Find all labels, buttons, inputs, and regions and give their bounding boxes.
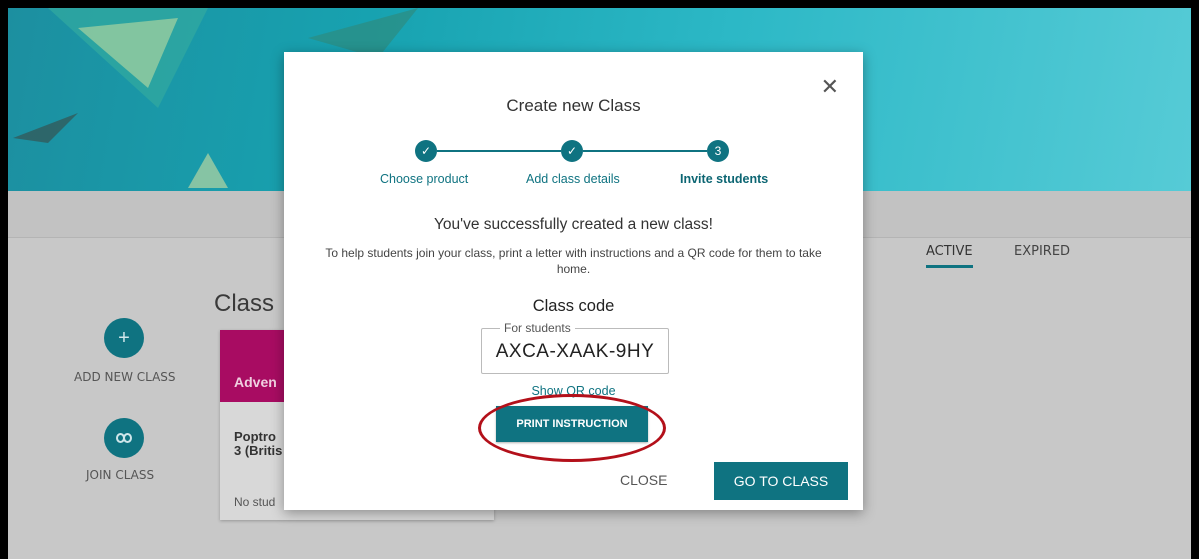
- class-card-title-line: Poptro: [234, 429, 276, 444]
- help-text: To help students join your class, print …: [325, 246, 822, 276]
- link-icon: [116, 433, 132, 443]
- class-code-heading: Class code: [532, 297, 615, 315]
- plus-icon: +: [118, 326, 130, 349]
- stepper-connector: [583, 150, 707, 152]
- class-code-value: AXCA-XAAK-9HY: [495, 341, 655, 362]
- close-button[interactable]: CLOSE: [620, 472, 667, 488]
- step-3-number: 3: [707, 140, 729, 162]
- stepper-connector: [437, 150, 561, 152]
- tab-expired[interactable]: EXPIRED: [1014, 244, 1070, 259]
- success-message: You've successfully created a new class!: [434, 216, 713, 233]
- tab-active[interactable]: ACTIVE: [926, 244, 973, 268]
- dialog-title: Create new Class: [506, 96, 641, 115]
- decorative-leaf-icon: [188, 153, 228, 188]
- class-code-legend: For students: [500, 321, 575, 335]
- join-class-button[interactable]: [104, 418, 144, 458]
- add-class-label[interactable]: ADD NEW CLASS: [74, 370, 176, 384]
- class-card-title-line: 3 (Britis: [234, 443, 283, 458]
- step-3-label: Invite students: [680, 172, 769, 186]
- step-1-check-icon: ✓: [415, 140, 437, 162]
- add-class-button[interactable]: +: [104, 318, 144, 358]
- class-card-product: Adven: [234, 374, 277, 390]
- create-class-dialog: ✕ Create new Class ✓ ✓ 3 Choose product …: [284, 52, 863, 510]
- step-2-label: Add class details: [526, 172, 620, 186]
- close-icon[interactable]: ✕: [821, 76, 839, 98]
- show-qr-code-link[interactable]: Show QR code: [284, 384, 863, 398]
- print-instruction-button[interactable]: PRINT INSTRUCTION: [496, 406, 648, 442]
- page-title: Class: [214, 290, 275, 317]
- class-card-student-count: No stud: [234, 495, 276, 509]
- class-code-field[interactable]: For students AXCA-XAAK-9HY: [481, 321, 669, 374]
- app-frame: + ADD NEW CLASS JOIN CLASS Class Adven P…: [8, 8, 1191, 559]
- step-1-label: Choose product: [380, 172, 469, 186]
- class-card-title: Poptro 3 (Britis: [234, 430, 282, 458]
- decorative-bird-icon: [13, 113, 78, 143]
- go-to-class-button[interactable]: GO TO CLASS: [714, 462, 848, 500]
- join-class-label[interactable]: JOIN CLASS: [86, 468, 154, 482]
- step-2-check-icon: ✓: [561, 140, 583, 162]
